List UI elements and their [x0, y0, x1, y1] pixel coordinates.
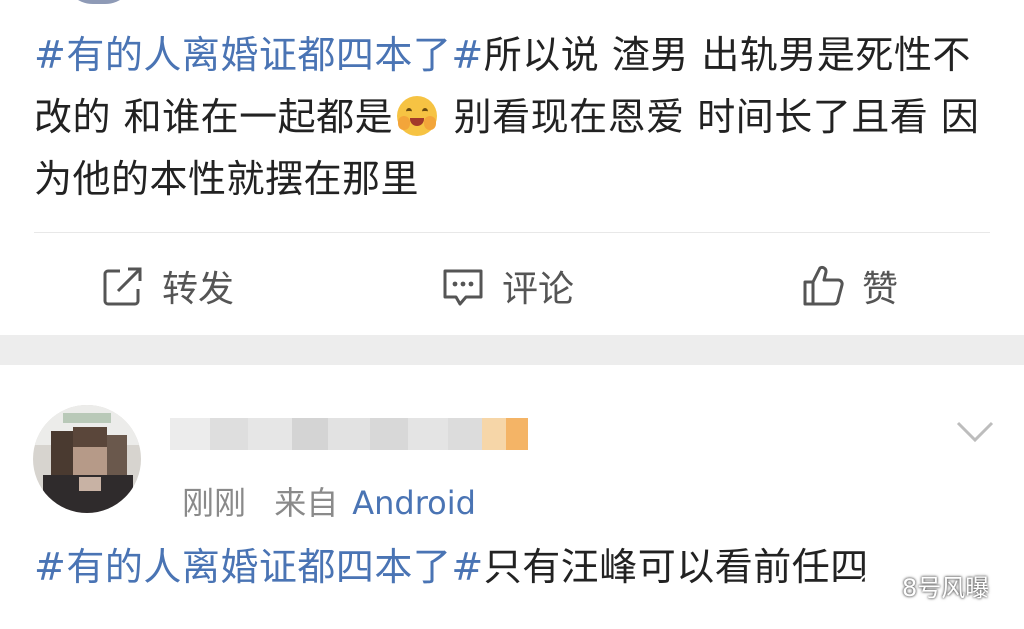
like-label: 赞: [862, 269, 899, 310]
commenter-avatar[interactable]: [33, 405, 141, 513]
comment-source-prefix: 来自: [274, 484, 339, 522]
comment-source[interactable]: Android: [352, 484, 476, 522]
wechat-icon: [859, 572, 894, 599]
repost-icon: [103, 267, 142, 306]
comment-meta: 刚刚 来自 Android: [182, 478, 476, 524]
repost-label: 转发: [162, 269, 235, 310]
comment-hashtag[interactable]: #有的人离婚证都四本了#: [34, 545, 484, 589]
post-hashtag[interactable]: #有的人离婚证都四本了#: [34, 33, 484, 77]
previous-avatar[interactable]: [63, 0, 135, 4]
comment-time: 刚刚: [182, 484, 247, 522]
watermark-text: 8号风曝: [902, 574, 990, 602]
thumbs-up-icon: [803, 265, 844, 306]
chevron-down-icon[interactable]: [955, 417, 995, 447]
card-separator: [0, 335, 1024, 365]
watermark: 8号风曝: [858, 568, 989, 603]
post-content: #有的人离婚证都四本了#所以说 渣男 出轨男是死性不改的 和谁在一起都是 别看现…: [34, 24, 994, 210]
commenter-name-blurred[interactable]: [170, 418, 528, 450]
comment-button[interactable]: 评论: [440, 260, 574, 312]
comment-text: 只有汪峰可以看前任四: [483, 545, 869, 589]
comment-content: #有的人离婚证都四本了#只有汪峰可以看前任四: [34, 536, 994, 598]
smile-blush-emoji-icon: [397, 96, 438, 136]
like-button[interactable]: 赞: [800, 260, 898, 312]
repost-button[interactable]: 转发: [100, 260, 234, 312]
comment-icon: [443, 269, 483, 306]
comment-label: 评论: [502, 269, 575, 310]
post-divider: [34, 232, 990, 233]
